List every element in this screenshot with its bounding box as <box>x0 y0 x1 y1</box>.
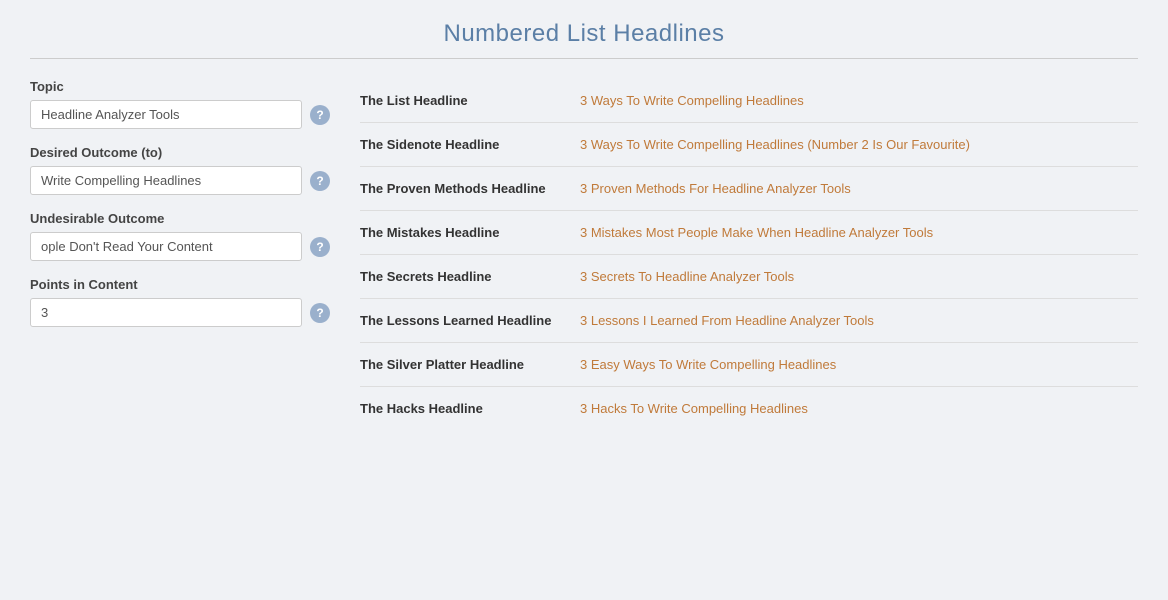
outcome-label: Desired Outcome (to) <box>30 145 330 160</box>
table-row: The List Headline3 Ways To Write Compell… <box>360 79 1138 123</box>
headline-link[interactable]: 3 Hacks To Write Compelling Headlines <box>580 401 808 416</box>
headline-type: The Sidenote Headline <box>360 123 580 167</box>
headline-type: The Secrets Headline <box>360 255 580 299</box>
topic-label: Topic <box>30 79 330 94</box>
headline-value[interactable]: 3 Easy Ways To Write Compelling Headline… <box>580 343 1138 387</box>
table-row: The Silver Platter Headline3 Easy Ways T… <box>360 343 1138 387</box>
headline-value[interactable]: 3 Lessons I Learned From Headline Analyz… <box>580 299 1138 343</box>
points-field-group: Points in Content ? <box>30 277 330 327</box>
table-row: The Secrets Headline3 Secrets To Headlin… <box>360 255 1138 299</box>
headline-link[interactable]: 3 Proven Methods For Headline Analyzer T… <box>580 181 851 196</box>
outcome-field-row: ? <box>30 166 330 195</box>
headline-value[interactable]: 3 Ways To Write Compelling Headlines <box>580 79 1138 123</box>
outcome-input[interactable] <box>30 166 302 195</box>
headline-type: The Silver Platter Headline <box>360 343 580 387</box>
topic-field-row: ? <box>30 100 330 129</box>
headline-value[interactable]: 3 Mistakes Most People Make When Headlin… <box>580 211 1138 255</box>
table-row: The Hacks Headline3 Hacks To Write Compe… <box>360 387 1138 431</box>
undesirable-label: Undesirable Outcome <box>30 211 330 226</box>
undesirable-field-row: ? <box>30 232 330 261</box>
points-help-icon[interactable]: ? <box>310 303 330 323</box>
points-input[interactable] <box>30 298 302 327</box>
undesirable-help-icon[interactable]: ? <box>310 237 330 257</box>
headline-value[interactable]: 3 Hacks To Write Compelling Headlines <box>580 387 1138 431</box>
headline-type: The Mistakes Headline <box>360 211 580 255</box>
topic-field-group: Topic ? <box>30 79 330 129</box>
headline-value[interactable]: 3 Proven Methods For Headline Analyzer T… <box>580 167 1138 211</box>
undesirable-input[interactable] <box>30 232 302 261</box>
table-row: The Lessons Learned Headline3 Lessons I … <box>360 299 1138 343</box>
table-row: The Proven Methods Headline3 Proven Meth… <box>360 167 1138 211</box>
headline-link[interactable]: 3 Ways To Write Compelling Headlines (Nu… <box>580 137 970 152</box>
headline-link[interactable]: 3 Lessons I Learned From Headline Analyz… <box>580 313 874 328</box>
outcome-field-group: Desired Outcome (to) ? <box>30 145 330 195</box>
headline-link[interactable]: 3 Easy Ways To Write Compelling Headline… <box>580 357 836 372</box>
divider <box>30 58 1138 59</box>
right-panel: The List Headline3 Ways To Write Compell… <box>360 79 1138 430</box>
table-row: The Sidenote Headline3 Ways To Write Com… <box>360 123 1138 167</box>
headline-type: The Proven Methods Headline <box>360 167 580 211</box>
topic-input[interactable] <box>30 100 302 129</box>
page-title: Numbered List Headlines <box>30 20 1138 48</box>
headline-type: The List Headline <box>360 79 580 123</box>
headline-table: The List Headline3 Ways To Write Compell… <box>360 79 1138 430</box>
outcome-help-icon[interactable]: ? <box>310 171 330 191</box>
topic-help-icon[interactable]: ? <box>310 105 330 125</box>
points-field-row: ? <box>30 298 330 327</box>
headline-type: The Hacks Headline <box>360 387 580 431</box>
headline-link[interactable]: 3 Mistakes Most People Make When Headlin… <box>580 225 933 240</box>
left-panel: Topic ? Desired Outcome (to) ? Undesirab… <box>30 79 330 430</box>
headline-link[interactable]: 3 Secrets To Headline Analyzer Tools <box>580 269 794 284</box>
points-label: Points in Content <box>30 277 330 292</box>
headline-value[interactable]: 3 Secrets To Headline Analyzer Tools <box>580 255 1138 299</box>
main-content: Topic ? Desired Outcome (to) ? Undesirab… <box>30 79 1138 430</box>
undesirable-field-group: Undesirable Outcome ? <box>30 211 330 261</box>
table-row: The Mistakes Headline3 Mistakes Most Peo… <box>360 211 1138 255</box>
headline-link[interactable]: 3 Ways To Write Compelling Headlines <box>580 93 804 108</box>
headline-type: The Lessons Learned Headline <box>360 299 580 343</box>
headline-value[interactable]: 3 Ways To Write Compelling Headlines (Nu… <box>580 123 1138 167</box>
